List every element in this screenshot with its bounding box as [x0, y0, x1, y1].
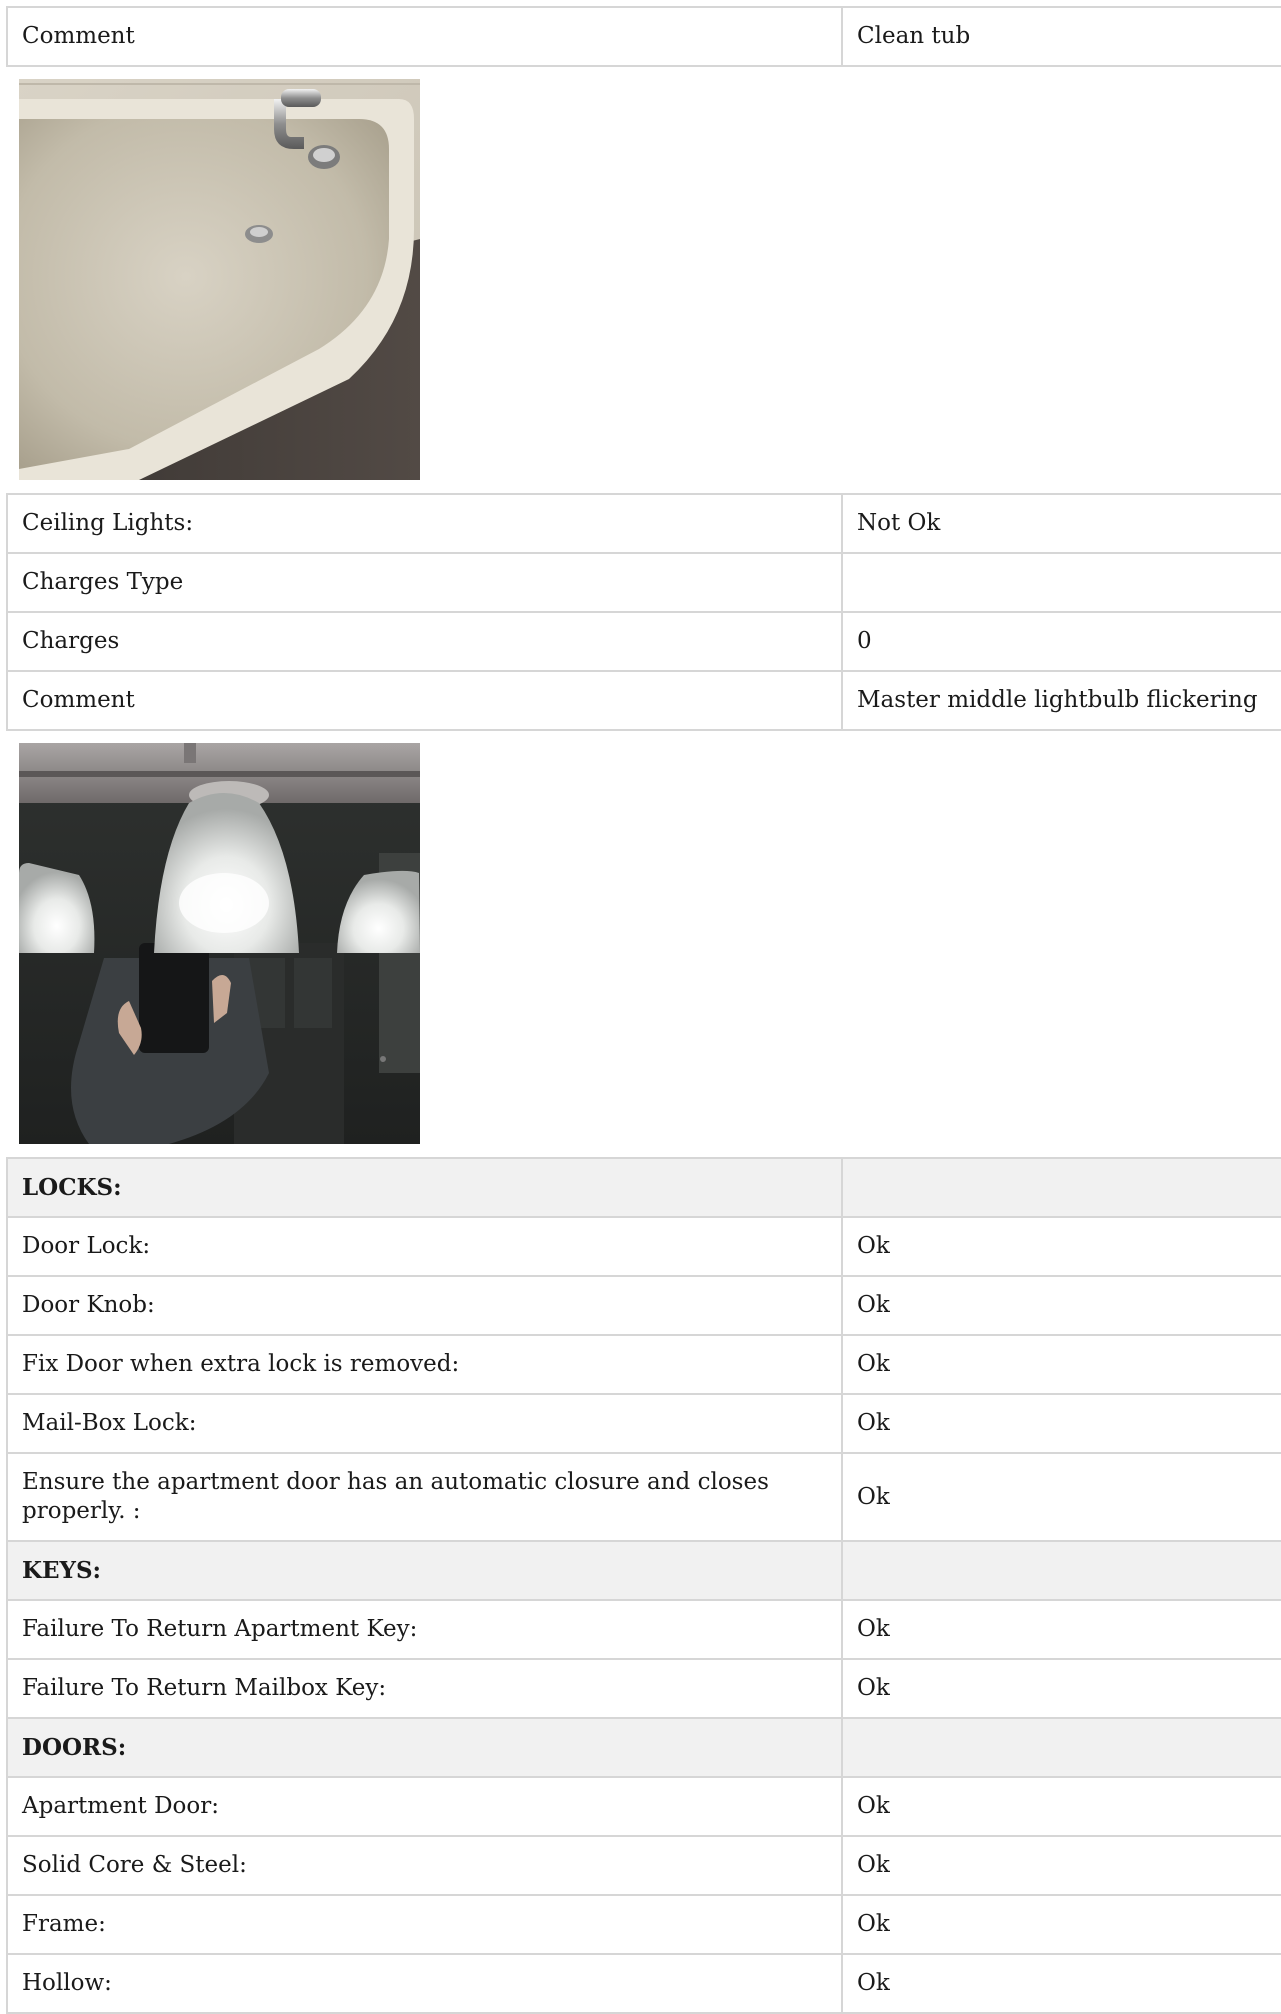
row-label: Charges Type [6, 552, 843, 613]
table-row: Hollow: Ok [6, 1953, 1281, 2014]
row-value: Ok [841, 1334, 1281, 1395]
section-header-doors: DOORS: [6, 1717, 1281, 1778]
row-label: Door Knob: [6, 1275, 843, 1336]
row-label: Frame: [6, 1894, 843, 1955]
row-label: Mail-Box Lock: [6, 1393, 843, 1454]
table-row: Failure To Return Mailbox Key: Ok [6, 1658, 1281, 1719]
row-value: Ok [841, 1393, 1281, 1454]
row-value: Ok [841, 1658, 1281, 1719]
row-label: Charges [6, 611, 843, 672]
table-row: Mail-Box Lock: Ok [6, 1393, 1281, 1454]
row-value: Ok [841, 1452, 1281, 1542]
tub-table: Comment Clean tub [6, 6, 1281, 67]
table-row: Fix Door when extra lock is removed: Ok [6, 1334, 1281, 1395]
row-value [841, 1717, 1281, 1778]
table-row: Door Knob: Ok [6, 1275, 1281, 1336]
row-label: Failure To Return Apartment Key: [6, 1599, 843, 1660]
row-value: Ok [841, 1835, 1281, 1896]
row-label: Comment [6, 6, 843, 67]
ceiling-light-photo [19, 743, 420, 1144]
row-value: 0 [841, 611, 1281, 672]
row-value: Ok [841, 1599, 1281, 1660]
row-label: Apartment Door: [6, 1776, 843, 1837]
section-header-locks: LOCKS: [6, 1157, 1281, 1218]
row-label: Fix Door when extra lock is removed: [6, 1334, 843, 1395]
row-label: Ensure the apartment door has an automat… [6, 1452, 843, 1542]
row-label: Ceiling Lights: [6, 493, 843, 554]
row-label: Hollow: [6, 1953, 843, 2014]
row-value: Ok [841, 1776, 1281, 1837]
section-title: DOORS: [6, 1717, 843, 1778]
row-value [841, 1157, 1281, 1218]
row-value: Ok [841, 1275, 1281, 1336]
table-row: Apartment Door: Ok [6, 1776, 1281, 1837]
locks-keys-doors-table: LOCKS: Door Lock: Ok Door Knob: Ok Fix D… [6, 1157, 1281, 2014]
table-row: Charges 0 [6, 611, 1281, 672]
row-value: Ok [841, 1894, 1281, 1955]
table-row: Comment Clean tub [6, 6, 1281, 67]
row-value [841, 1540, 1281, 1601]
row-label: Solid Core & Steel: [6, 1835, 843, 1896]
ceiling-lights-table: Ceiling Lights: Not Ok Charges Type Char… [6, 493, 1281, 731]
row-value: Clean tub [841, 6, 1281, 67]
row-value: Not Ok [841, 493, 1281, 554]
table-row: Comment Master middle lightbulb flickeri… [6, 670, 1281, 731]
table-row: Solid Core & Steel: Ok [6, 1835, 1281, 1896]
row-label: Failure To Return Mailbox Key: [6, 1658, 843, 1719]
table-row: Door Lock: Ok [6, 1216, 1281, 1277]
table-row: Ceiling Lights: Not Ok [6, 493, 1281, 554]
section-title: LOCKS: [6, 1157, 843, 1218]
section-header-keys: KEYS: [6, 1540, 1281, 1601]
row-label: Comment [6, 670, 843, 731]
table-row: Charges Type [6, 552, 1281, 613]
table-row: Failure To Return Apartment Key: Ok [6, 1599, 1281, 1660]
row-label: Door Lock: [6, 1216, 843, 1277]
table-row: Ensure the apartment door has an automat… [6, 1452, 1281, 1542]
table-row: Frame: Ok [6, 1894, 1281, 1955]
row-value: Master middle lightbulb flickering [841, 670, 1281, 731]
row-value: Ok [841, 1953, 1281, 2014]
section-title: KEYS: [6, 1540, 843, 1601]
row-value [841, 552, 1281, 613]
bathtub-photo [19, 79, 420, 480]
row-value: Ok [841, 1216, 1281, 1277]
